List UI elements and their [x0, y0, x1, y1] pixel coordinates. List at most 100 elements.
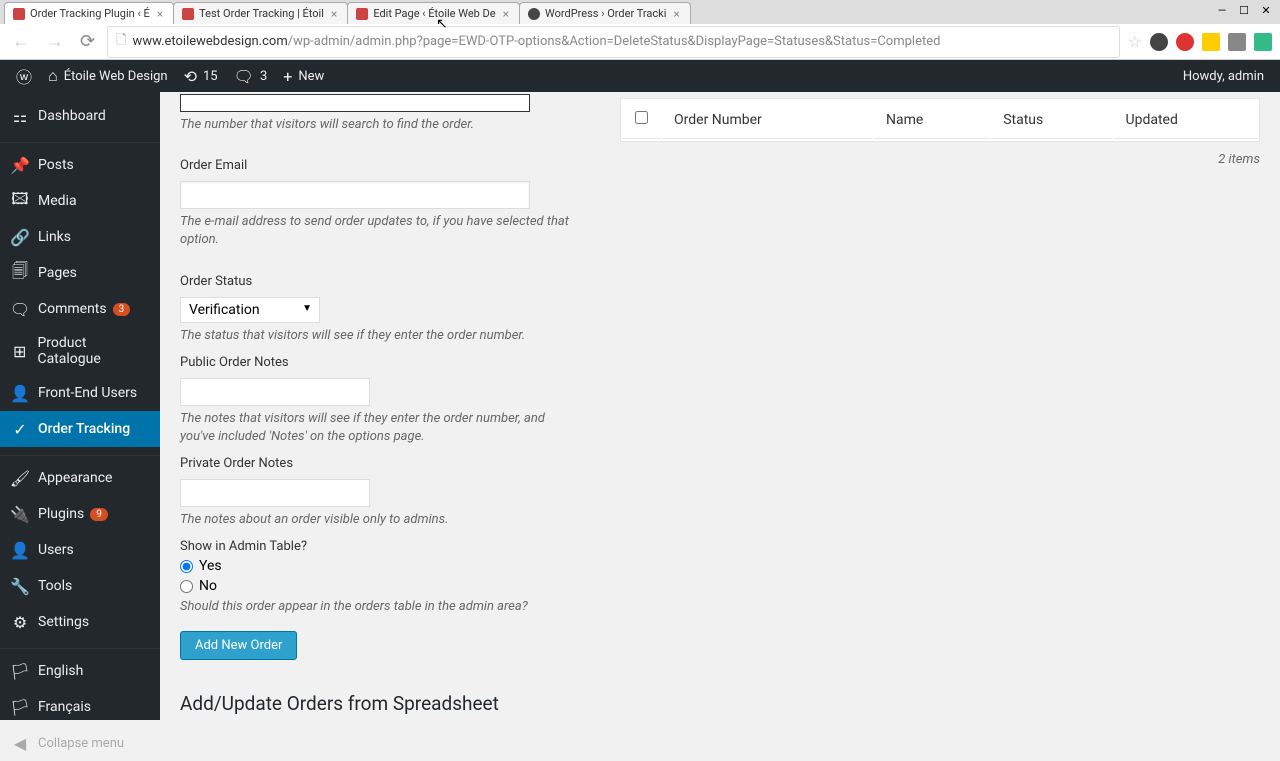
- radio-no-row[interactable]: No: [180, 578, 580, 594]
- tab-title: Order Tracking Plugin ‹ É: [30, 7, 150, 20]
- url-input[interactable]: 🗋 www.etoilewebdesign.com /wp-admin/admi…: [107, 26, 1120, 58]
- extension-icon[interactable]: [1254, 33, 1272, 51]
- add-new-order-button[interactable]: Add New Order: [180, 631, 297, 660]
- bookmark-star-icon[interactable]: ☆: [1128, 32, 1142, 51]
- extension-icon[interactable]: [1176, 33, 1194, 51]
- menu-appearance[interactable]: 🖌Appearance: [0, 460, 160, 496]
- order-number-help: The number that visitors will search to …: [180, 116, 580, 134]
- tab-close-icon[interactable]: ×: [671, 7, 681, 21]
- menu-pages[interactable]: 🗐Pages: [0, 255, 160, 291]
- radio-no[interactable]: [180, 580, 193, 593]
- collapse-icon: ◀: [10, 733, 30, 753]
- public-notes-label: Public Order Notes: [180, 355, 580, 370]
- new-label: New: [298, 69, 324, 84]
- maximize-icon[interactable]: ☐: [1234, 2, 1254, 18]
- menu-label: Posts: [38, 157, 74, 173]
- browser-tab-4[interactable]: WordPress › Order Tracki ×: [519, 2, 691, 24]
- collapse-menu[interactable]: ◀ Collapse menu: [0, 725, 160, 761]
- wp-logo[interactable]: ⓦ: [8, 64, 40, 88]
- tab-close-icon[interactable]: ×: [155, 7, 165, 21]
- site-name: Étoile Web Design: [64, 69, 168, 84]
- forward-icon[interactable]: →: [42, 29, 68, 54]
- browser-tab-3[interactable]: Edit Page ‹ Étoile Web De ×: [347, 2, 520, 24]
- menu-label: Front-End Users: [38, 385, 137, 401]
- menu-plugins[interactable]: 🔌Plugins9: [0, 496, 160, 532]
- plug-icon: 🔌: [10, 504, 30, 524]
- menu-label: Links: [38, 229, 71, 245]
- window-controls: — ☐ ✕: [1212, 2, 1276, 18]
- refresh-icon: ⟲: [184, 67, 197, 86]
- wp-admin-bar: ⓦ ⌂Étoile Web Design ⟲ 15 🗨3 + New Howdy, …: [0, 60, 1280, 92]
- wrench-icon: 🔧: [10, 576, 30, 596]
- items-count: 2 items: [620, 152, 1260, 167]
- extension-icon[interactable]: [1228, 33, 1246, 51]
- extension-icon[interactable]: [1202, 33, 1220, 51]
- dashboard-icon: ⚏: [10, 106, 30, 126]
- order-email-input[interactable]: [180, 181, 530, 209]
- media-icon: 🖾: [10, 191, 30, 211]
- menu-label: Order Tracking: [38, 421, 130, 437]
- updates-link[interactable]: ⟲ 15: [176, 67, 226, 86]
- col-updated[interactable]: Updated: [1114, 101, 1257, 139]
- tab-close-icon[interactable]: ×: [501, 7, 511, 21]
- radio-yes-label: Yes: [199, 558, 222, 574]
- menu-links[interactable]: 🔗Links: [0, 219, 160, 255]
- order-email-help: The e-mail address to send order updates…: [180, 213, 580, 249]
- menu-label: Appearance: [38, 470, 112, 486]
- main-content: The number that visitors will search to …: [160, 92, 1280, 720]
- menu-dashboard[interactable]: ⚏Dashboard: [0, 98, 160, 134]
- plus-icon: +: [283, 67, 292, 86]
- browser-tab-2[interactable]: Test Order Tracking | Étoil ×: [173, 2, 348, 24]
- tab-title: Test Order Tracking | Étoil: [199, 7, 324, 20]
- flag-icon: 🏳: [10, 697, 30, 717]
- order-status-label: Order Status: [180, 274, 580, 289]
- menu-english[interactable]: 🏳English: [0, 653, 160, 689]
- browser-tab-1[interactable]: Order Tracking Plugin ‹ É ×: [4, 2, 174, 24]
- tab-title: WordPress › Order Tracki: [545, 7, 666, 20]
- menu-users[interactable]: 👤Users: [0, 532, 160, 568]
- show-admin-label: Show in Admin Table?: [180, 539, 580, 554]
- reload-icon[interactable]: ⟳: [76, 29, 99, 54]
- col-status[interactable]: Status: [991, 101, 1111, 139]
- orders-table-section: Order Number Name Status Updated 2 items: [620, 92, 1260, 720]
- comments-link[interactable]: 🗨3: [226, 67, 276, 86]
- favicon-icon: [13, 8, 25, 20]
- public-notes-input[interactable]: [180, 378, 370, 406]
- radio-yes-row[interactable]: Yes: [180, 558, 580, 574]
- private-notes-input[interactable]: [180, 479, 370, 507]
- tab-close-icon[interactable]: ×: [329, 7, 339, 21]
- updates-count: 15: [203, 69, 218, 84]
- menu-catalogue[interactable]: ⊞Product Catalogue: [0, 327, 160, 375]
- new-link[interactable]: + New: [275, 67, 332, 86]
- radio-no-label: No: [199, 578, 217, 594]
- extension-icon[interactable]: [1150, 33, 1168, 51]
- col-order-number[interactable]: Order Number: [662, 101, 872, 139]
- menu-label: Product Catalogue: [37, 335, 150, 367]
- close-window-icon[interactable]: ✕: [1256, 2, 1276, 18]
- radio-yes[interactable]: [180, 560, 193, 573]
- users-icon: 👤: [10, 383, 30, 403]
- menu-label: Collapse menu: [38, 736, 124, 751]
- menu-order-tracking[interactable]: ✓Order Tracking: [0, 411, 160, 447]
- browser-tab-strip: Order Tracking Plugin ‹ É × Test Order T…: [0, 0, 1280, 24]
- menu-label: Settings: [38, 614, 89, 630]
- menu-comments[interactable]: 🗨Comments3: [0, 291, 160, 327]
- col-name[interactable]: Name: [874, 101, 989, 139]
- minimize-icon[interactable]: —: [1212, 2, 1232, 18]
- show-admin-help: Should this order appear in the orders t…: [180, 598, 580, 616]
- order-status-select[interactable]: Verification: [180, 297, 320, 323]
- site-link[interactable]: ⌂Étoile Web Design: [40, 66, 176, 86]
- menu-tools[interactable]: 🔧Tools: [0, 568, 160, 604]
- account-link[interactable]: Howdy, admin: [1175, 69, 1272, 84]
- order-number-input[interactable]: [180, 94, 530, 112]
- admin-sidebar: ⚏Dashboard 📌Posts 🖾Media 🔗Links 🗐Pages 🗨…: [0, 92, 160, 720]
- menu-media[interactable]: 🖾Media: [0, 183, 160, 219]
- order-status-help: The status that visitors will see if the…: [180, 327, 580, 345]
- comment-icon: 🗨: [234, 67, 254, 86]
- select-all-checkbox[interactable]: [635, 111, 648, 124]
- menu-settings[interactable]: ⚙Settings: [0, 604, 160, 640]
- menu-posts[interactable]: 📌Posts: [0, 147, 160, 183]
- menu-frontend-users[interactable]: 👤 Front-End Users: [0, 375, 160, 411]
- back-icon[interactable]: ←: [8, 29, 34, 54]
- comment-icon: 🗨: [10, 299, 30, 319]
